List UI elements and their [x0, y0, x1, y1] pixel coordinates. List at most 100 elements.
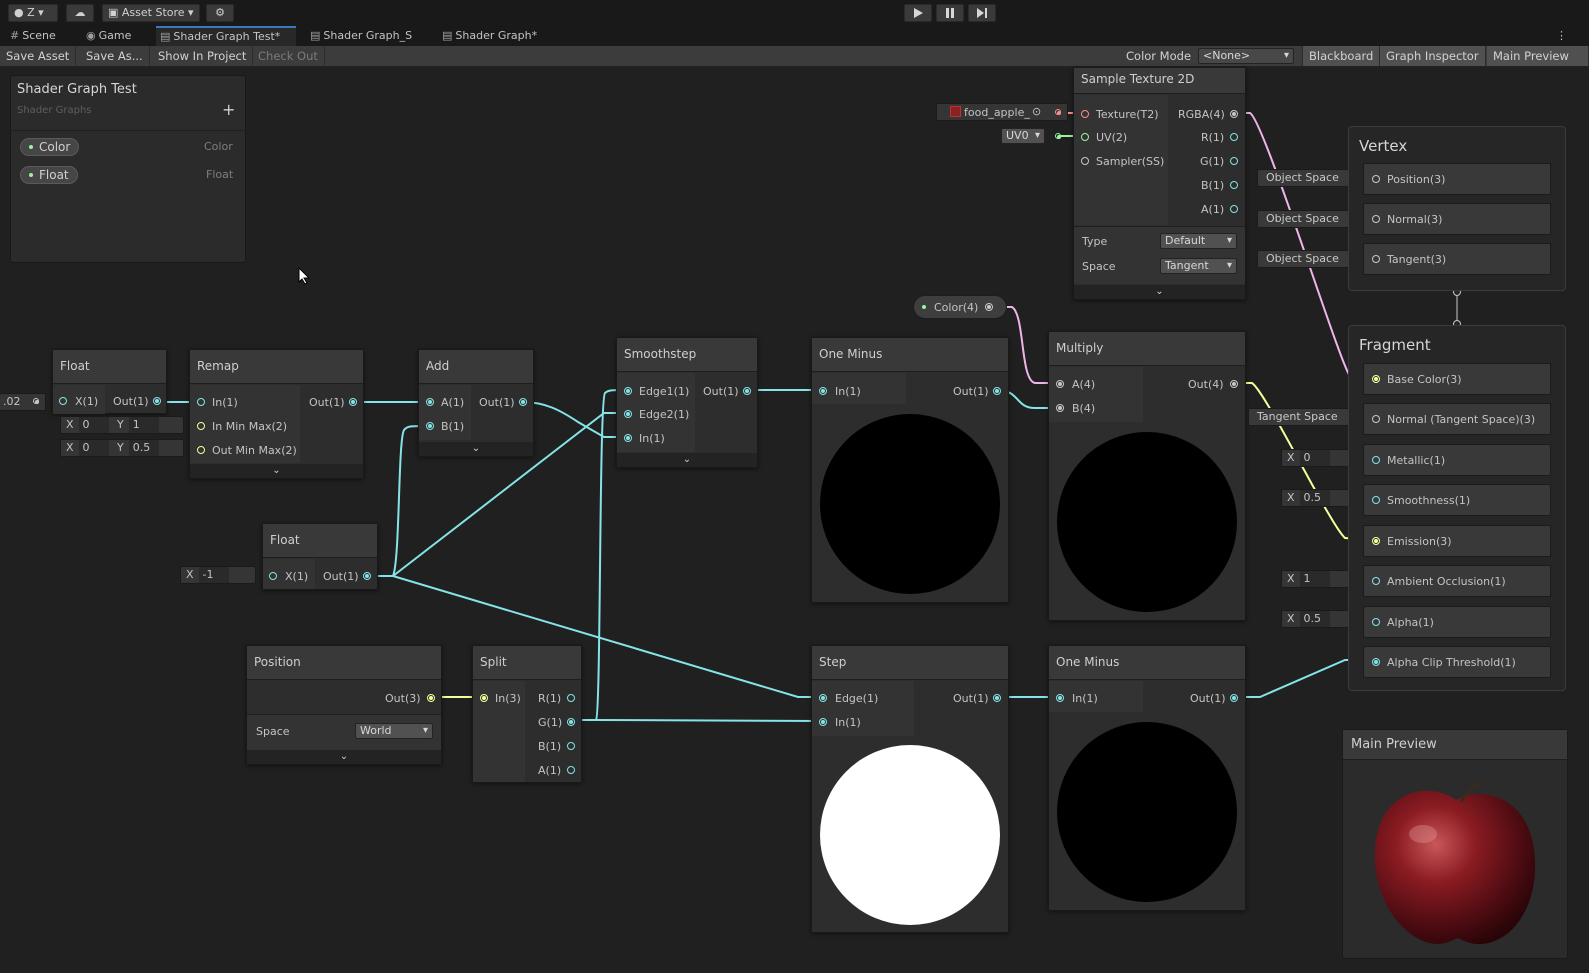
step-out-port[interactable] — [993, 694, 1001, 702]
block-emission[interactable]: Emission(3) — [1363, 525, 1551, 557]
add-node[interactable]: Add A(1) B(1) Out(1) ⌄ — [418, 349, 534, 457]
add-out-port[interactable] — [519, 398, 527, 406]
main-preview-title: Main Preview — [1343, 730, 1567, 760]
property-float[interactable]: Float — [20, 166, 78, 184]
block-normal[interactable]: Normal(3) — [1363, 203, 1551, 235]
step-edge-port[interactable] — [819, 694, 827, 702]
block-base-color[interactable]: Base Color(3) — [1363, 363, 1551, 395]
block-position[interactable]: Position(3) — [1363, 163, 1551, 195]
node-title: Smoothstep — [617, 338, 757, 372]
alpha-input-field[interactable]: X 0.5 — [1281, 610, 1349, 628]
float1-out-port[interactable] — [153, 397, 161, 405]
smoothstep-node[interactable]: Smoothstep Edge1(1) Edge2(1) In(1) Out(1… — [616, 337, 758, 468]
sample-rgba-port[interactable] — [1230, 110, 1238, 118]
add-a-port[interactable] — [426, 398, 434, 406]
float2-out-port[interactable] — [363, 572, 371, 580]
object-space-chip-position[interactable]: Object Space — [1257, 169, 1349, 187]
texture-input-field[interactable]: food_apple_ ⊙ — [936, 103, 1068, 121]
block-normal-tangent-space[interactable]: Normal (Tangent Space)(3) — [1363, 403, 1551, 435]
blackboard-title: Shader Graph Test — [17, 82, 137, 97]
multiply-b-port[interactable] — [1056, 404, 1064, 412]
step-node[interactable]: Step Edge(1) In(1) Out(1) — [811, 645, 1009, 933]
position-space-dropdown[interactable]: World — [355, 723, 433, 739]
sample-sampler-port[interactable] — [1081, 157, 1089, 165]
property-color[interactable]: Color — [20, 138, 80, 156]
float1-in-port[interactable] — [59, 397, 67, 405]
float-node-2[interactable]: Float X(1) Out(1) — [262, 523, 378, 590]
one-minus-node-2[interactable]: One Minus In(1) Out(1) — [1048, 645, 1246, 911]
remap-out-min-max-field[interactable]: X0 Y 0.5 — [60, 439, 184, 457]
property-float-type: Float — [206, 168, 234, 181]
split-b-port[interactable] — [567, 742, 575, 750]
block-tangent[interactable]: Tangent(3) — [1363, 243, 1551, 275]
block-ambient-occlusion[interactable]: Ambient Occlusion(1) — [1363, 565, 1551, 597]
color-property-out-port[interactable] — [985, 303, 993, 311]
add-property-button[interactable]: + — [222, 100, 235, 119]
oneminus2-in-port[interactable] — [1056, 694, 1064, 702]
block-alpha-clip-threshold[interactable]: Alpha Clip Threshold(1) — [1363, 646, 1551, 678]
block-smoothness[interactable]: Smoothness(1) — [1363, 484, 1551, 516]
chevron-down-icon[interactable]: ⌄ — [617, 453, 757, 467]
color-property-node[interactable]: Color(4) — [913, 295, 1007, 319]
smoothstep-edge1-port[interactable] — [624, 387, 632, 395]
sample-type-dropdown[interactable]: Default — [1160, 233, 1237, 249]
remap-out-port[interactable] — [349, 398, 357, 406]
smoothstep-out-port[interactable] — [743, 387, 751, 395]
remap-in-min-max-port[interactable] — [197, 422, 205, 430]
oneminus1-in-port[interactable] — [819, 387, 827, 395]
smoothstep-in-port[interactable] — [624, 434, 632, 442]
chevron-down-icon[interactable]: ⌄ — [247, 750, 441, 764]
uv-input-field[interactable]: UV0 — [992, 126, 1068, 146]
split-r-port[interactable] — [567, 694, 575, 702]
object-space-chip-tangent[interactable]: Object Space — [1257, 250, 1349, 268]
sample-g-port[interactable] — [1230, 157, 1238, 165]
float2-in-port[interactable] — [269, 572, 277, 580]
chevron-down-icon[interactable]: ⌄ — [419, 442, 533, 456]
sample-uv-port[interactable] — [1081, 133, 1089, 141]
split-node[interactable]: Split In(3) R(1) G(1) B(1) A(1) — [472, 645, 582, 783]
tangent-space-chip[interactable]: Tangent Space — [1248, 408, 1349, 426]
position-out-port[interactable] — [427, 694, 435, 702]
vertex-title: Vertex — [1359, 137, 1408, 155]
float-node-1[interactable]: Float X(1) Out(1) — [52, 349, 167, 414]
node-preview — [1057, 432, 1237, 612]
sample-texture-port[interactable] — [1081, 110, 1089, 118]
node-title: Multiply — [1049, 332, 1245, 366]
oneminus1-out-port[interactable] — [993, 387, 1001, 395]
smoothstep-edge2-port[interactable] — [624, 410, 632, 418]
multiply-node[interactable]: Multiply A(4) B(4) Out(4) — [1048, 331, 1246, 621]
ambient-occlusion-input-field[interactable]: X1 — [1281, 570, 1349, 588]
remap-out-min-max-port[interactable] — [197, 446, 205, 454]
block-alpha[interactable]: Alpha(1) — [1363, 606, 1551, 638]
float1-input-field[interactable]: .02 — [0, 393, 46, 411]
position-node[interactable]: Position Out(3) Space World ⌄ — [246, 645, 442, 765]
main-preview-panel[interactable]: Main Preview — [1342, 729, 1568, 959]
chevron-down-icon[interactable]: ⌄ — [190, 464, 363, 478]
block-metallic[interactable]: Metallic(1) — [1363, 444, 1551, 476]
sample-texture-2d-node[interactable]: Sample Texture 2D Texture(T2) UV(2) Samp… — [1073, 67, 1246, 300]
split-g-port[interactable] — [567, 718, 575, 726]
metallic-input-field[interactable]: X0 — [1281, 449, 1349, 467]
object-picker-icon[interactable]: ⊙ — [1032, 104, 1041, 120]
add-b-port[interactable] — [426, 422, 434, 430]
sample-a-port[interactable] — [1230, 205, 1238, 213]
remap-in-min-max-field[interactable]: X0 Y1 — [60, 416, 184, 434]
sample-b-port[interactable] — [1230, 181, 1238, 189]
split-in-port[interactable] — [480, 694, 488, 702]
split-a-port[interactable] — [567, 766, 575, 774]
sample-r-port[interactable] — [1230, 133, 1238, 141]
step-in-port[interactable] — [819, 718, 827, 726]
remap-node[interactable]: Remap In(1) In Min Max(2) Out Min Max(2)… — [189, 349, 364, 479]
float2-input-field[interactable]: X -1 — [180, 566, 256, 584]
multiply-a-port[interactable] — [1056, 380, 1064, 388]
object-space-chip-normal[interactable]: Object Space — [1257, 210, 1349, 228]
sample-space-dropdown[interactable]: Tangent — [1160, 258, 1237, 274]
remap-in-port[interactable] — [197, 398, 205, 406]
mouse-cursor-icon — [298, 267, 310, 285]
oneminus2-out-port[interactable] — [1230, 694, 1238, 702]
one-minus-node-1[interactable]: One Minus In(1) Out(1) — [811, 337, 1009, 603]
chevron-down-icon[interactable]: ⌄ — [1074, 285, 1245, 299]
node-title: Add — [419, 350, 533, 384]
multiply-out-port[interactable] — [1230, 380, 1238, 388]
smoothness-input-field[interactable]: X 0.5 — [1281, 489, 1349, 507]
